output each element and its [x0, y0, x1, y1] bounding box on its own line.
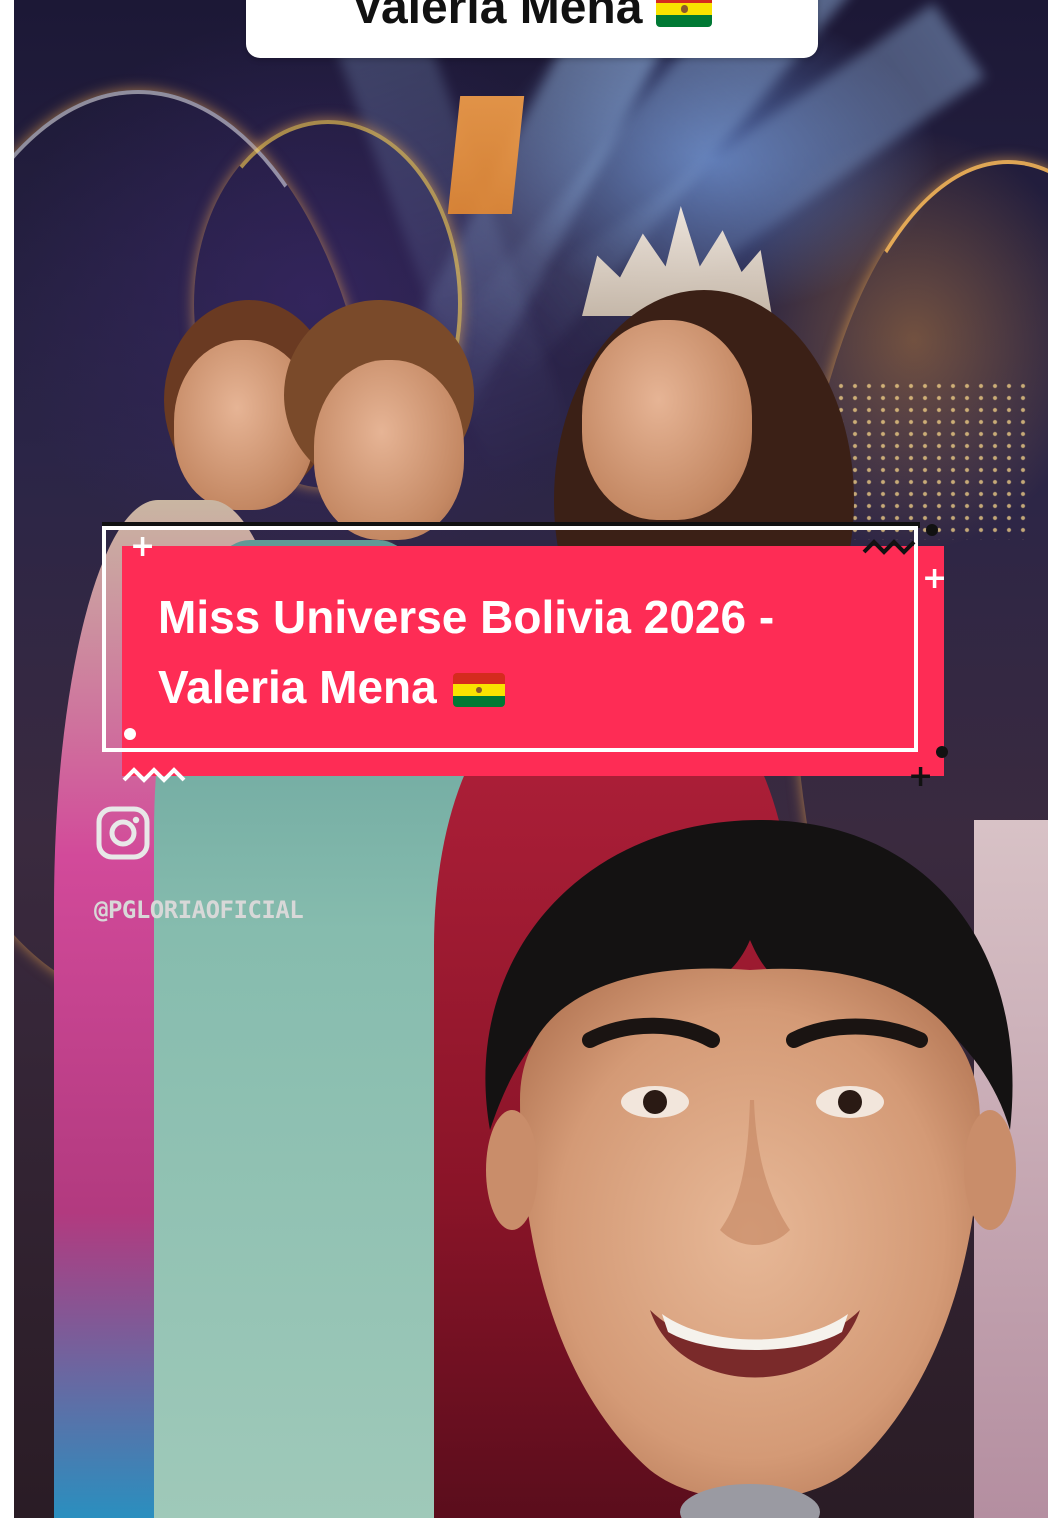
title-line-1: Miss Universe Bolivia 2026 -	[158, 591, 775, 643]
watermark-handle: @PGLORIAOFICIAL	[94, 896, 304, 924]
dot-decoration-icon	[124, 728, 136, 740]
instagram-icon	[96, 806, 150, 860]
confetti-sparkles	[834, 380, 1034, 540]
zigzag-decoration-icon	[862, 539, 916, 555]
top-caption-text: Valeria Mena	[352, 0, 713, 32]
top-caption: Valeria Mena	[246, 0, 818, 58]
title-line-2-label: Valeria Mena	[158, 661, 437, 713]
video-frame: Valeria Mena Miss Universe Bolivia 2026 …	[0, 0, 1048, 1518]
dot-decoration-icon	[926, 524, 938, 536]
top-caption-label: Valeria Mena	[351, 0, 643, 34]
zigzag-decoration-icon	[122, 767, 186, 783]
title-text: Miss Universe Bolivia 2026 - Valeria Men…	[158, 582, 898, 722]
creator-face	[485, 820, 1016, 1518]
bolivia-flag-icon	[452, 673, 505, 707]
stage-panel	[447, 96, 525, 214]
plus-decoration-icon: +	[908, 759, 934, 794]
plus-decoration-icon: +	[922, 561, 948, 596]
plus-decoration-icon: +	[130, 529, 156, 564]
title-line-2: Valeria Mena	[158, 652, 898, 722]
bolivia-flag-icon	[656, 0, 713, 27]
dot-decoration-icon	[936, 746, 948, 758]
